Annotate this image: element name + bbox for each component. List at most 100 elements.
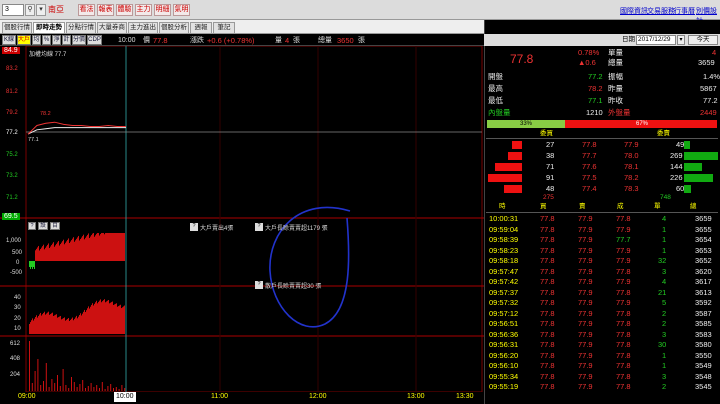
volume-bar [90,383,92,391]
action-button-1[interactable]: 看法 [78,4,95,16]
tab-branch[interactable]: 分點行情 [66,22,96,33]
price-dist-button[interactable]: 分價 [72,35,86,45]
bid-price: 77.6 [582,162,597,171]
ask-price: 78.3 [624,184,639,193]
trade-price: 77.9 [616,277,631,286]
trade-time: 09:57:32 [489,298,519,307]
bigplayer-bar [55,245,56,261]
trade-total: 3583 [695,329,712,339]
help-button[interactable]: ? [28,222,36,230]
bigplayer-bar [122,233,123,261]
date-input[interactable]: 2017/12/29 [636,35,676,45]
action-button-4[interactable]: 主力 [135,4,152,16]
link-trading-service[interactable]: 交易服務 [647,6,675,16]
bigplayer-bar [79,240,80,261]
retail-bar [98,301,99,334]
retail-bar [84,309,85,334]
tab-analysis[interactable]: 個股分析 [159,22,189,33]
list-button[interactable]: 目 [50,222,60,230]
low-value: 77.1 [588,96,603,105]
tab-weekly[interactable]: 週報 [190,22,212,33]
tab-notes[interactable]: 筆記 [213,22,235,33]
retail-bar [122,307,123,334]
help-icon[interactable]: ? [255,281,263,289]
volume-bar [76,387,78,391]
bigplayer-bar [100,234,101,261]
retail-bar [121,308,122,334]
percent-button[interactable]: % [42,35,51,45]
trade-price: 77.8 [616,308,631,318]
action-button-3[interactable]: 體驗 [116,4,133,16]
action-button-5[interactable]: 明細 [154,4,171,16]
help-icon[interactable]: ? [255,223,263,231]
outer-vol-value: 2449 [700,108,717,117]
trade-qty: 5 [662,298,667,307]
action-button-2[interactable]: 報表 [97,4,114,16]
change-pct: 0.78% [578,48,600,57]
retail-bar [46,313,47,334]
sub1-tick-3: 0 [16,260,20,266]
calendar-dropdown-icon[interactable]: ▾ [677,35,685,45]
trade-bid: 77.8 [540,319,555,328]
last-price: 77.8 [510,52,534,66]
ytick-6: 75.2 [6,152,18,158]
amplitude-value: 1.4% [703,72,720,81]
bigplayer-bar [40,249,41,261]
tab-brokers[interactable]: 大量券商 [97,22,127,33]
link-international[interactable]: 國際資訊 [620,6,648,16]
time-tick-0900: 09:00 [18,393,36,400]
search-icon[interactable]: ⚲ [25,4,35,16]
volume-bars [29,341,126,391]
retail-bar [63,318,64,334]
volume-bar [48,387,50,391]
bid-qty: 38 [546,151,555,160]
cdp-button[interactable]: CDP [87,35,102,45]
ytick-high: 84.9 [2,47,20,54]
tab-intraday[interactable]: 即時走勢 [33,22,65,33]
volume-bar [96,385,98,391]
avg-button[interactable]: 均 [32,35,41,45]
inner-vol-value: 1210 [586,108,603,117]
today-button[interactable]: 今天 [688,35,718,45]
trade-bid: 77.8 [540,298,555,307]
chart-frame [25,46,483,392]
bigplayer-bar [35,250,36,261]
tab-quote[interactable]: 個股行情 [2,22,32,33]
retail-bar [44,311,45,334]
sub2-tick-4: 10 [14,326,21,332]
bigplayer-bar [53,242,54,261]
calc-button[interactable]: 計 [62,35,71,45]
retail-bar [107,300,108,334]
kline-button[interactable]: K線 [2,35,16,45]
trade-bid: 77.8 [540,329,555,339]
bigplayer-button[interactable]: 大戶 [17,35,31,45]
retail-bar [56,314,57,334]
volume-bar [82,380,84,391]
bigplayer-bar [92,233,93,261]
help-icon[interactable]: ? [190,223,198,231]
trade-total: 3585 [695,319,712,328]
bigplayer-bar [113,233,114,261]
retail-bar [90,306,91,334]
tab-major[interactable]: 主力進出 [128,22,158,33]
trade-qty: 1 [662,361,667,370]
action-button-6[interactable]: 氣明 [173,4,190,16]
stock-name: 南亞 [48,5,64,14]
stock-code-input[interactable]: 3 [2,4,24,16]
dropdown-icon[interactable]: ▾ [36,4,46,16]
bid-price: 77.4 [582,184,597,193]
volume-bar [43,381,44,391]
bigplayer-bar [61,242,62,261]
retail-bar [109,303,110,334]
retail-bar [66,319,67,334]
intraday-chart[interactable] [0,46,484,392]
volume-bar [110,384,112,391]
bigplayer-bar [37,247,38,261]
link-calendar[interactable]: 行事曆 [674,6,695,16]
volume-bar [68,388,70,391]
net-button[interactable]: 淨 [52,35,61,45]
retail-bar [96,300,97,334]
trade-total: 3617 [695,277,712,286]
retail-bar [87,308,88,334]
settings-button[interactable]: 設 [38,222,48,230]
